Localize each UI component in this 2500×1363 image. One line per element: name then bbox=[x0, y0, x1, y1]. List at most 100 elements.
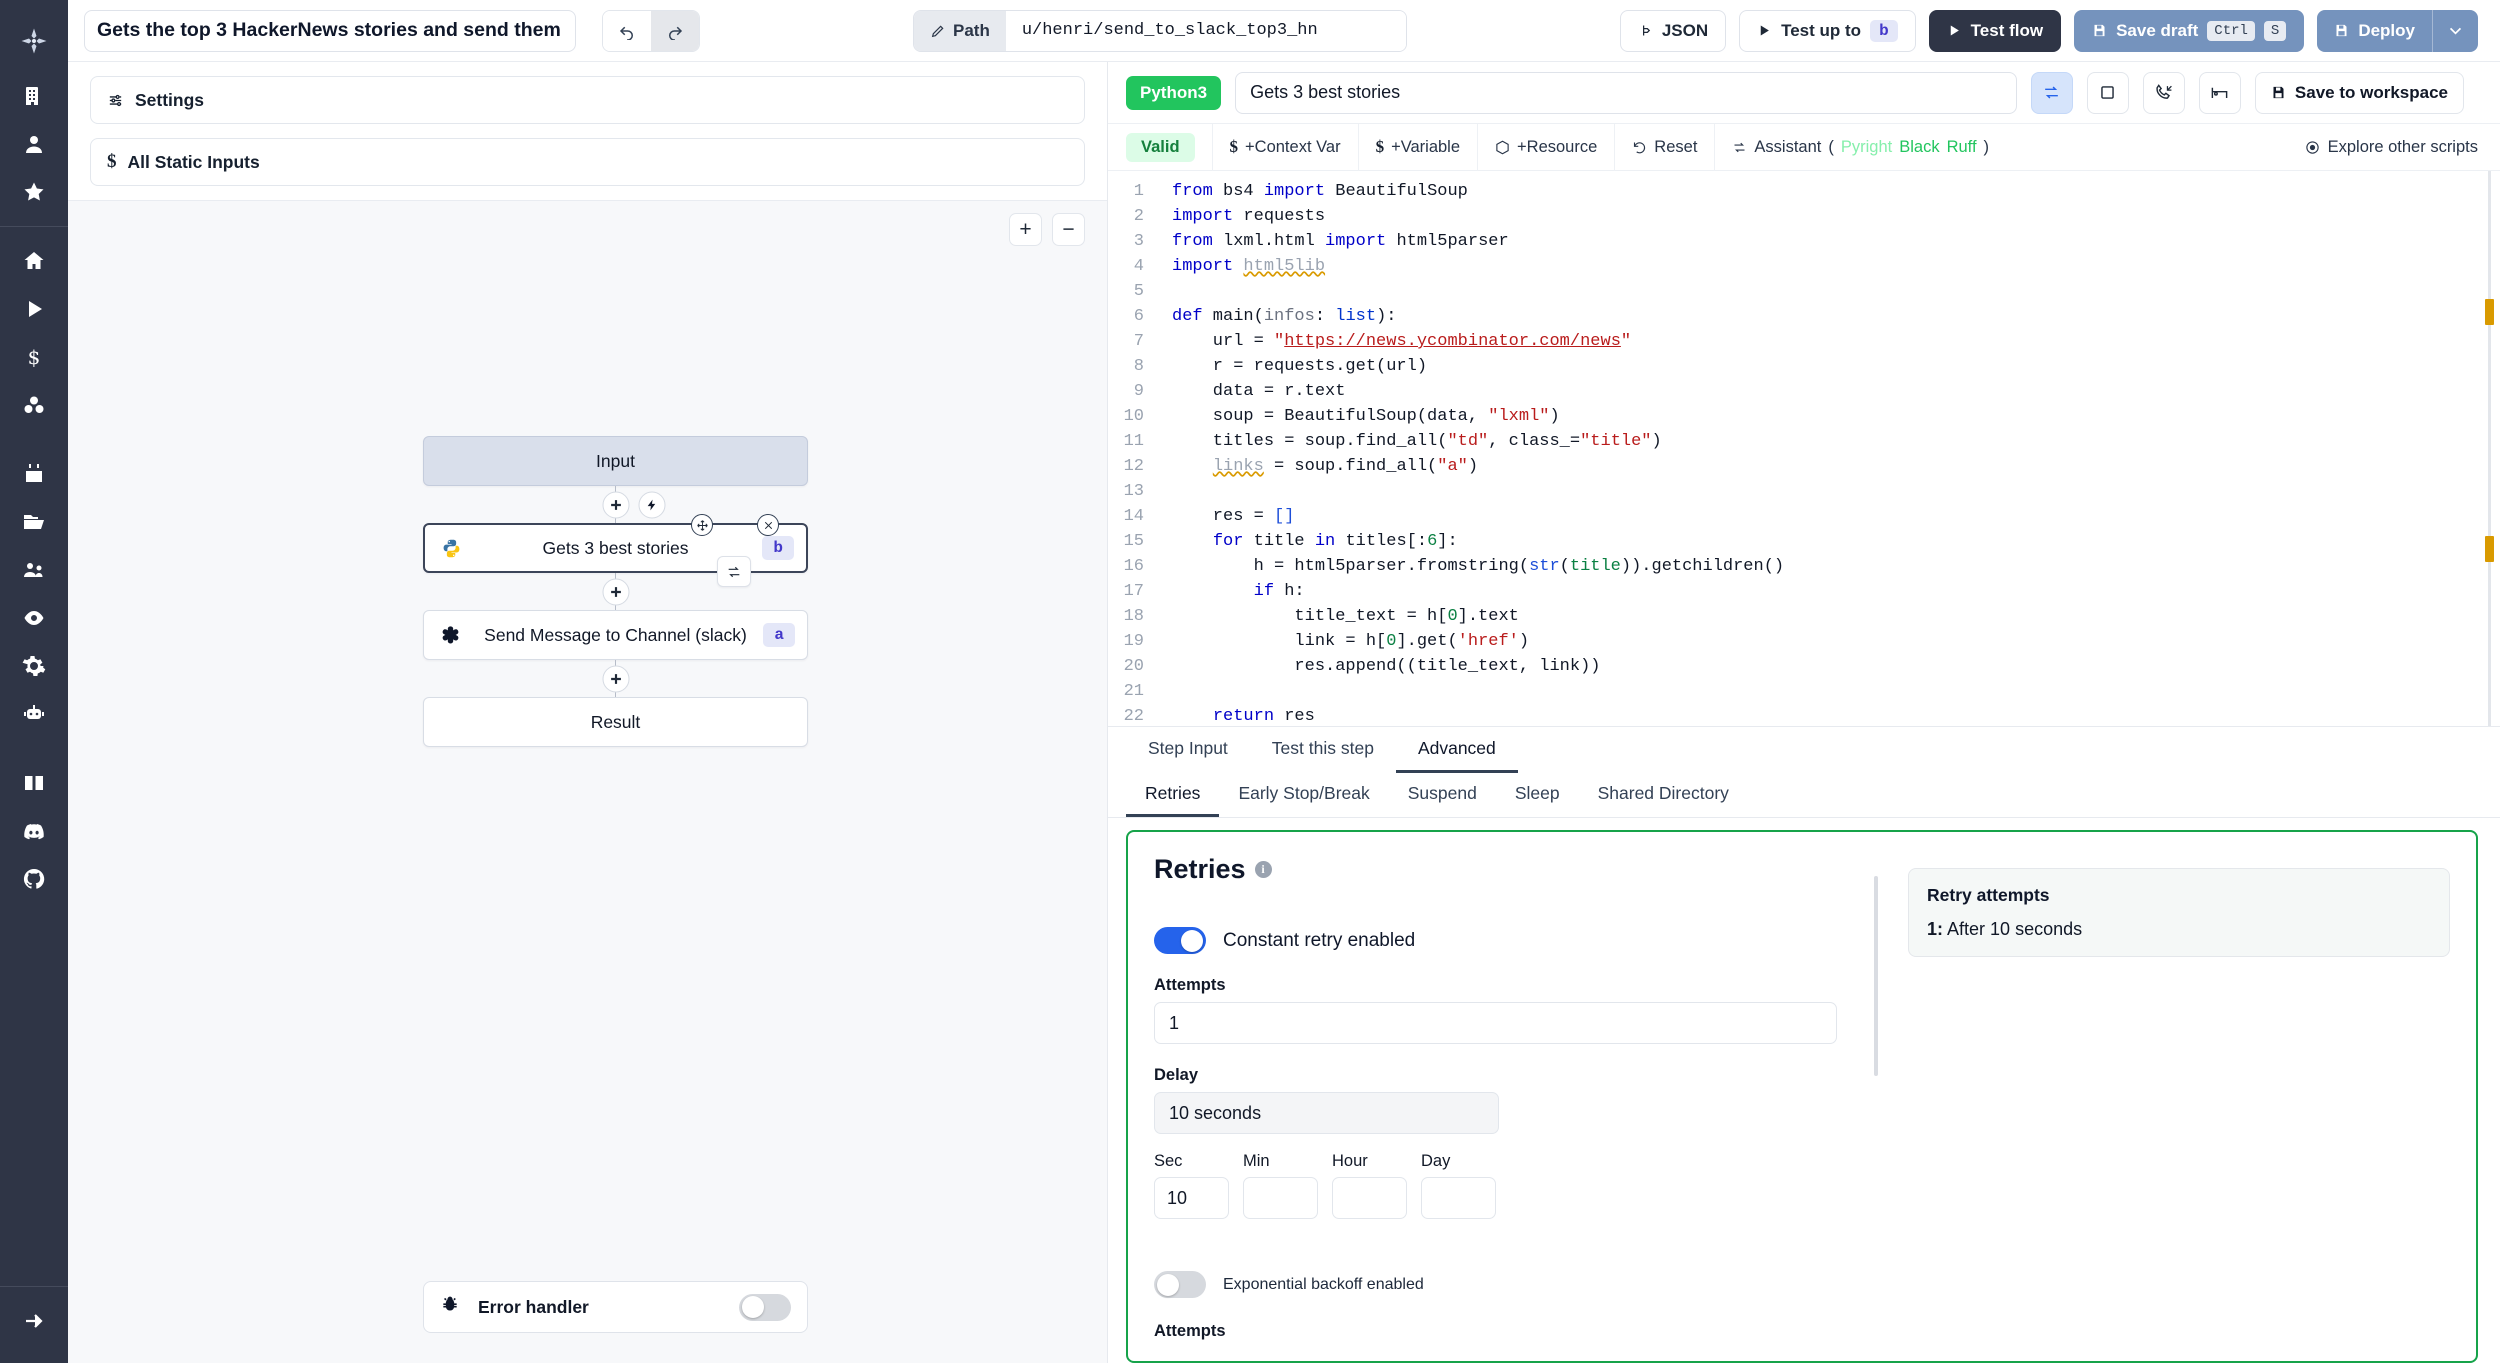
hour-input[interactable] bbox=[1332, 1177, 1407, 1220]
day-input[interactable] bbox=[1421, 1177, 1496, 1220]
tab-advanced[interactable]: Advanced bbox=[1395, 727, 1518, 774]
save-to-workspace-button[interactable]: Save to workspace bbox=[2254, 71, 2464, 114]
delete-node-button[interactable] bbox=[757, 514, 779, 536]
code-line[interactable] bbox=[1172, 479, 2500, 504]
suspend-icon-button[interactable] bbox=[2142, 71, 2185, 114]
add-step-button-2[interactable] bbox=[602, 578, 629, 605]
retries-icon-button[interactable] bbox=[2030, 71, 2073, 114]
tab-step-input[interactable]: Step Input bbox=[1126, 727, 1250, 773]
sleep-icon-button[interactable] bbox=[2198, 71, 2241, 114]
subtab-early-stop-break[interactable]: Early Stop/Break bbox=[1219, 773, 1388, 817]
sidebar-item-settings[interactable] bbox=[0, 642, 68, 690]
reset-button[interactable]: Reset bbox=[1615, 123, 1716, 171]
sidebar-item-folders[interactable] bbox=[0, 498, 68, 546]
save-draft-button[interactable]: Save draft Ctrl S bbox=[2074, 9, 2305, 52]
code-line[interactable]: links = soup.find_all("a") bbox=[1172, 454, 2500, 479]
error-handler-toggle[interactable] bbox=[739, 1293, 791, 1321]
add-variable-button[interactable]: $ +Variable bbox=[1359, 123, 1479, 171]
add-resource-button[interactable]: +Resource bbox=[1478, 123, 1616, 171]
sidebar-item-home[interactable] bbox=[0, 237, 68, 285]
zoom-in-button[interactable]: + bbox=[1009, 213, 1042, 246]
sidebar-item-docs[interactable] bbox=[0, 759, 68, 807]
add-trigger-button[interactable] bbox=[638, 491, 665, 518]
deploy-dropdown-button[interactable] bbox=[2432, 9, 2478, 52]
subtab-retries[interactable]: Retries bbox=[1126, 773, 1220, 818]
sidebar-item-github[interactable] bbox=[0, 855, 68, 903]
sidebar-item-resources[interactable] bbox=[0, 381, 68, 429]
explore-other-scripts-button[interactable]: Explore other scripts bbox=[2305, 138, 2500, 157]
code-line[interactable]: titles = soup.find_all("td", class_="tit… bbox=[1172, 429, 2500, 454]
code-line[interactable]: link = h[0].get('href') bbox=[1172, 629, 2500, 654]
sidebar-item-workers[interactable] bbox=[0, 690, 68, 738]
sidebar-item-schedules[interactable] bbox=[0, 450, 68, 498]
min-input[interactable] bbox=[1243, 1177, 1318, 1220]
code-line[interactable] bbox=[1172, 279, 2500, 304]
path-edit-button[interactable]: Path bbox=[913, 10, 1006, 51]
assistant-button[interactable]: Assistant ( Pyright Black Ruff ) bbox=[1715, 124, 2006, 171]
exponential-backoff-toggle[interactable] bbox=[1154, 1271, 1206, 1299]
attempts-input[interactable]: 1 bbox=[1154, 1002, 1837, 1045]
code-editor[interactable]: 1 2 3 4 5 6 7 8 9 10 11 12 13 14 15 16 17 18 19 20 21 22 from… bbox=[1108, 171, 2500, 727]
code-line[interactable]: res.append((title_text, link)) bbox=[1172, 654, 2500, 679]
early-stop-icon-button[interactable] bbox=[2086, 71, 2129, 114]
sidebar-item-variables[interactable]: $ bbox=[0, 333, 68, 381]
test-up-to-button[interactable]: Test up to b bbox=[1739, 9, 1916, 52]
static-inputs-accordion[interactable]: $ All Static Inputs bbox=[90, 138, 1085, 186]
sidebar-item-groups[interactable] bbox=[0, 546, 68, 594]
code-line[interactable]: soup = BeautifulSoup(data, "lxml") bbox=[1172, 404, 2500, 429]
add-context-var-button[interactable]: $ +Context Var bbox=[1213, 123, 1359, 171]
deploy-button[interactable]: Deploy bbox=[2317, 10, 2432, 52]
sidebar-item-account[interactable] bbox=[0, 120, 68, 168]
code-line[interactable]: data = r.text bbox=[1172, 379, 2500, 404]
add-step-button-3[interactable] bbox=[602, 665, 629, 692]
flow-node-result[interactable]: Result bbox=[423, 697, 808, 747]
code-scrollbar[interactable] bbox=[2484, 171, 2494, 727]
zoom-out-button[interactable]: − bbox=[1052, 213, 1085, 246]
code-line[interactable] bbox=[1172, 679, 2500, 704]
info-icon[interactable]: i bbox=[1254, 861, 1272, 879]
move-node-handle[interactable] bbox=[691, 514, 713, 536]
code-line[interactable]: from bs4 import BeautifulSoup bbox=[1172, 179, 2500, 204]
undo-button[interactable] bbox=[603, 10, 651, 51]
windmill-logo-icon[interactable] bbox=[0, 10, 68, 72]
json-button[interactable]: JSON bbox=[1619, 9, 1727, 52]
subtab-sleep[interactable]: Sleep bbox=[1496, 773, 1579, 817]
flow-node-input[interactable]: Input bbox=[423, 436, 808, 486]
subtab-shared-directory[interactable]: Shared Directory bbox=[1579, 773, 1748, 817]
code-line[interactable]: title_text = h[0].text bbox=[1172, 604, 2500, 629]
code-line[interactable]: url = "https://news.ycombinator.com/news… bbox=[1172, 329, 2500, 354]
code-line[interactable]: if h: bbox=[1172, 579, 2500, 604]
error-handler-row[interactable]: Error handler bbox=[423, 1281, 808, 1333]
sidebar-item-audit-logs[interactable] bbox=[0, 594, 68, 642]
sidebar-item-favorites[interactable] bbox=[0, 168, 68, 216]
path-control[interactable]: Path u/henri/send_to_slack_top3_hn bbox=[912, 9, 1407, 52]
code-line[interactable]: res = [] bbox=[1172, 504, 2500, 529]
code-line[interactable]: import html5lib bbox=[1172, 254, 2500, 279]
flow-summary-input[interactable]: Gets the top 3 HackerNews stories and se… bbox=[84, 9, 576, 52]
sidebar-item-discord[interactable] bbox=[0, 807, 68, 855]
flow-node-script-a[interactable]: Send Message to Channel (slack) a bbox=[423, 610, 808, 660]
code-line[interactable]: r = requests.get(url) bbox=[1172, 354, 2500, 379]
code-line[interactable]: h = html5parser.fromstring(str(title)).g… bbox=[1172, 554, 2500, 579]
sidebar-item-runs[interactable] bbox=[0, 285, 68, 333]
panel-scroll-divider[interactable] bbox=[1874, 876, 1878, 1077]
flow-node-script-b[interactable]: Gets 3 best stories b bbox=[423, 514, 808, 587]
code-line[interactable]: def main(infos: list): bbox=[1172, 304, 2500, 329]
tab-test-this-step[interactable]: Test this step bbox=[1250, 727, 1396, 773]
subtab-suspend[interactable]: Suspend bbox=[1389, 773, 1496, 817]
test-flow-button[interactable]: Test flow bbox=[1928, 9, 2062, 52]
constant-retry-toggle[interactable] bbox=[1154, 927, 1206, 955]
code-line[interactable]: for title in titles[:6]: bbox=[1172, 529, 2500, 554]
sec-input[interactable]: 10 bbox=[1154, 1177, 1229, 1220]
code-line[interactable]: from lxml.html import html5parser bbox=[1172, 229, 2500, 254]
add-step-button-1[interactable] bbox=[602, 491, 629, 518]
script-name-input[interactable]: Gets 3 best stories bbox=[1235, 71, 2017, 114]
code-line[interactable]: return res bbox=[1172, 704, 2500, 726]
expand-sidebar-icon[interactable] bbox=[0, 1297, 68, 1345]
sidebar-item-workspace[interactable] bbox=[0, 72, 68, 120]
flow-canvas[interactable]: + − Input Gets 3 best stories b Send Mes… bbox=[68, 200, 1107, 1363]
node-retries-indicator[interactable] bbox=[717, 556, 751, 587]
redo-button[interactable] bbox=[651, 10, 699, 51]
settings-accordion[interactable]: Settings bbox=[90, 76, 1085, 124]
code-line[interactable]: import requests bbox=[1172, 204, 2500, 229]
